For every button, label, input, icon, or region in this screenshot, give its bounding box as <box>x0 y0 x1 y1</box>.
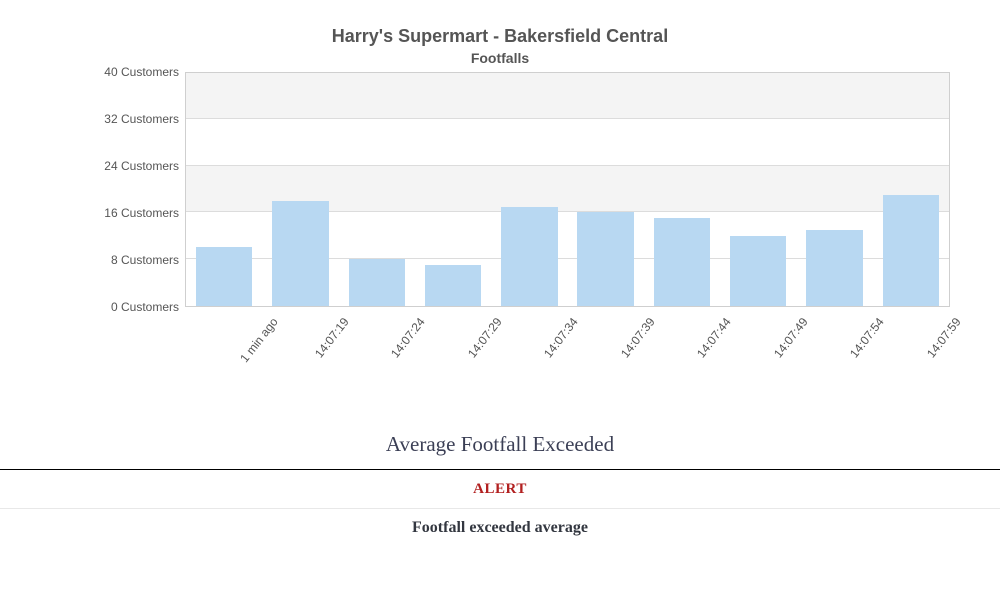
bar <box>272 201 328 306</box>
bar <box>883 195 939 306</box>
x-slot: 14:07:34 <box>491 307 568 392</box>
x-slot: 14:07:44 <box>644 307 721 392</box>
chart-container: Harry's Supermart - Bakersfield Central … <box>50 0 950 392</box>
y-axis: 0 Customers 8 Customers 16 Customers 24 … <box>50 72 185 307</box>
alert-section: Average Footfall Exceeded ALERT Footfall… <box>0 432 1000 541</box>
bar-slot <box>567 73 643 306</box>
y-tick-label: 40 Customers <box>104 65 179 79</box>
bar <box>349 259 405 306</box>
bar <box>196 247 252 305</box>
bar <box>730 236 786 306</box>
alert-heading: Average Footfall Exceeded <box>0 432 1000 469</box>
bar-slot <box>415 73 491 306</box>
chart-title: Harry's Supermart - Bakersfield Central <box>50 26 950 48</box>
x-slot: 14:07:49 <box>721 307 798 392</box>
x-axis: 1 min ago14:07:1914:07:2414:07:2914:07:3… <box>185 307 950 392</box>
bar <box>425 265 481 306</box>
x-slot: 14:07:29 <box>415 307 492 392</box>
bar-slot <box>339 73 415 306</box>
bars-group <box>186 73 949 306</box>
bar-slot <box>873 73 949 306</box>
bar-slot <box>186 73 262 306</box>
x-slot: 1 min ago <box>185 307 262 392</box>
x-slot: 14:07:19 <box>262 307 339 392</box>
alert-badge: ALERT <box>473 481 527 497</box>
x-slot: 14:07:59 <box>874 307 951 392</box>
bar-slot <box>720 73 796 306</box>
plot-area <box>185 72 950 307</box>
bar <box>577 212 633 305</box>
bar-slot <box>262 73 338 306</box>
x-slot: 14:07:54 <box>797 307 874 392</box>
y-tick-label: 16 Customers <box>104 206 179 220</box>
y-tick-label: 8 Customers <box>111 253 179 267</box>
bar-slot <box>491 73 567 306</box>
x-slot: 14:07:39 <box>568 307 645 392</box>
bar-slot <box>644 73 720 306</box>
y-tick-label: 0 Customers <box>111 300 179 314</box>
plot-row: 0 Customers 8 Customers 16 Customers 24 … <box>50 72 950 307</box>
alert-message: Footfall exceeded average <box>0 509 1000 541</box>
alert-row: ALERT <box>0 470 1000 509</box>
chart-subtitle: Footfalls <box>50 50 950 66</box>
x-slot: 14:07:24 <box>338 307 415 392</box>
bar <box>501 207 557 306</box>
y-tick-label: 24 Customers <box>104 159 179 173</box>
y-tick-label: 32 Customers <box>104 112 179 126</box>
x-tick-label: 14:07:59 <box>924 315 964 360</box>
bar <box>806 230 862 306</box>
bar <box>654 218 710 305</box>
bar-slot <box>796 73 872 306</box>
